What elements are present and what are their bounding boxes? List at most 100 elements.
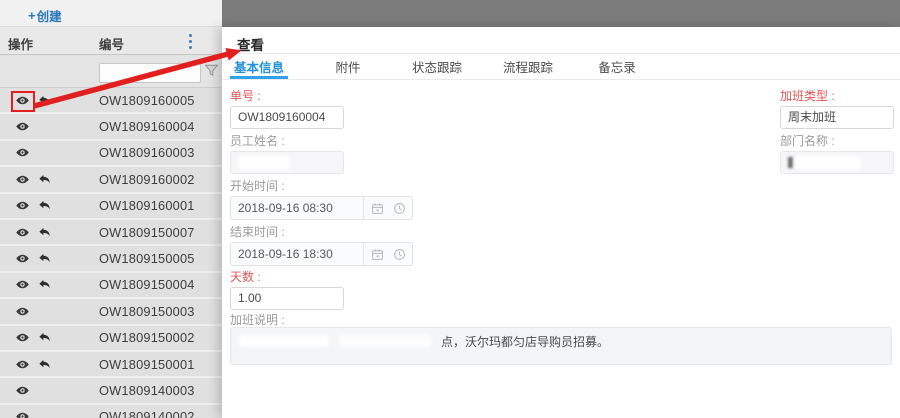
- view-drawer: 查看 基本信息 附件 状态跟踪 流程跟踪 备忘录 单号 : OW18091600…: [222, 27, 900, 418]
- order-no-label: 单号 :: [230, 89, 261, 103]
- row-code: OW1809150002: [99, 330, 195, 346]
- description-label: 加班说明 :: [230, 313, 285, 327]
- tab-bar: 基本信息 附件 状态跟踪 流程跟踪 备忘录: [230, 54, 644, 79]
- department-label: 部门名称 :: [780, 134, 835, 148]
- revoke-icon[interactable]: [38, 94, 51, 107]
- view-eye-icon[interactable]: [16, 410, 29, 418]
- revoke-icon[interactable]: [38, 226, 51, 239]
- table-row: OW1809140003: [0, 378, 222, 405]
- row-code: OW1809150005: [99, 251, 195, 267]
- column-header-ops: 操作: [8, 38, 34, 52]
- column-menu-icon[interactable]: [187, 34, 193, 49]
- clock-icon: [393, 202, 405, 214]
- view-eye-icon[interactable]: [16, 358, 29, 371]
- field-order-no: 单号 : OW1809160004: [230, 89, 344, 129]
- table-row: OW1809160002: [0, 167, 222, 194]
- revoke-icon[interactable]: [38, 358, 51, 371]
- view-eye-icon[interactable]: [16, 199, 29, 212]
- row-code: OW1809150001: [99, 356, 195, 372]
- redacted-text: [788, 157, 793, 168]
- view-eye-icon[interactable]: [16, 331, 29, 344]
- divider: [222, 79, 900, 80]
- plus-icon: +: [28, 8, 36, 23]
- table-row: OW1809140002: [0, 404, 222, 418]
- field-days: 天数 : 1.00: [230, 270, 344, 310]
- view-eye-icon[interactable]: [16, 384, 29, 397]
- screen: + 创建 操作 编号 OW1809160005 OW1809160004 OW1…: [0, 0, 900, 418]
- field-start-time: 开始时间 : 2018-09-16 08:30: [230, 179, 413, 220]
- view-eye-icon[interactable]: [16, 146, 29, 159]
- row-code: OW1809150003: [99, 303, 195, 319]
- revoke-icon[interactable]: [38, 199, 51, 212]
- revoke-icon[interactable]: [38, 173, 51, 186]
- view-eye-icon[interactable]: [16, 305, 29, 318]
- description-visible-text: 点，沃尔玛都匀店导购员招募。: [441, 334, 610, 349]
- drawer-title: 查看: [237, 38, 264, 53]
- column-header-code: 编号: [99, 38, 125, 52]
- field-overtime-type: 加班类型 : 周末加班: [780, 89, 894, 129]
- row-code: OW1809160003: [99, 145, 195, 161]
- view-eye-icon[interactable]: [16, 173, 29, 186]
- view-eye-icon[interactable]: [16, 252, 29, 265]
- tab-process-tracking[interactable]: 流程跟踪: [499, 54, 557, 79]
- revoke-icon[interactable]: [38, 278, 51, 291]
- row-code: OW1809160005: [99, 92, 195, 108]
- tab-status-tracking[interactable]: 状态跟踪: [408, 54, 466, 79]
- view-eye-icon[interactable]: [16, 226, 29, 239]
- employee-name-input[interactable]: [230, 151, 344, 174]
- redacted-text: [239, 335, 329, 347]
- filter-row: [0, 55, 222, 88]
- days-input[interactable]: 1.00: [230, 287, 344, 310]
- start-time-input[interactable]: 2018-09-16 08:30: [230, 196, 413, 220]
- end-time-input[interactable]: 2018-09-16 18:30: [230, 242, 413, 266]
- order-no-input[interactable]: OW1809160004: [230, 106, 344, 129]
- overtime-type-input[interactable]: 周末加班: [780, 106, 894, 129]
- employee-name-label: 员工姓名 :: [230, 134, 285, 148]
- end-time-label: 结束时间 :: [230, 225, 285, 239]
- row-code: OW1809160001: [99, 198, 195, 214]
- field-department: 部门名称 :: [780, 134, 894, 174]
- create-button[interactable]: + 创建: [28, 6, 62, 25]
- view-eye-icon[interactable]: [16, 278, 29, 291]
- code-filter-input[interactable]: [99, 63, 201, 83]
- row-code: OW1809160004: [99, 119, 195, 135]
- table-row: OW1809150003: [0, 299, 222, 326]
- datetime-icons: [363, 197, 412, 219]
- tab-memo[interactable]: 备忘录: [590, 54, 644, 79]
- row-code: OW1809150004: [99, 277, 195, 293]
- revoke-icon[interactable]: [38, 252, 51, 265]
- row-code: OW1809140003: [99, 382, 195, 398]
- overtime-type-label: 加班类型 :: [780, 89, 835, 103]
- tab-basic-info[interactable]: 基本信息: [230, 54, 289, 79]
- redacted-text: [795, 156, 861, 169]
- table-row: OW1809150002: [0, 325, 222, 352]
- tab-attachments[interactable]: 附件: [321, 54, 375, 79]
- end-time-value: 2018-09-16 18:30: [238, 247, 333, 261]
- start-time-value: 2018-09-16 08:30: [238, 201, 333, 215]
- table-row: OW1809150001: [0, 351, 222, 379]
- department-input[interactable]: [780, 151, 894, 174]
- records-table: 操作 编号 OW1809160005 OW1809160004 OW180916…: [0, 27, 222, 418]
- redacted-text: [339, 335, 431, 347]
- table-body: OW1809160005 OW1809160004 OW1809160003 O…: [0, 88, 222, 418]
- table-row: OW1809160001: [0, 193, 222, 220]
- row-code: OW1809150007: [99, 224, 195, 240]
- description-textarea[interactable]: 点，沃尔玛都匀店导购员招募。: [230, 327, 892, 365]
- row-code: OW1809140002: [99, 409, 195, 418]
- calendar-icon: [371, 202, 383, 214]
- table-row: OW1809150005: [0, 246, 222, 273]
- filter-funnel-icon[interactable]: [204, 63, 219, 79]
- revoke-icon[interactable]: [38, 331, 51, 344]
- calendar-icon: [371, 248, 383, 260]
- annotation-highlight-box: [11, 91, 35, 112]
- view-eye-icon[interactable]: [16, 120, 29, 133]
- datetime-icons: [363, 243, 412, 265]
- field-employee-name: 员工姓名 :: [230, 134, 344, 174]
- table-row: OW1809150004: [0, 272, 222, 300]
- clock-icon: [393, 248, 405, 260]
- create-button-label: 创建: [36, 10, 62, 24]
- field-end-time: 结束时间 : 2018-09-16 18:30: [230, 225, 413, 266]
- table-row: OW1809150007: [0, 219, 222, 247]
- table-row: OW1809160003: [0, 140, 222, 168]
- days-label: 天数 :: [230, 270, 261, 284]
